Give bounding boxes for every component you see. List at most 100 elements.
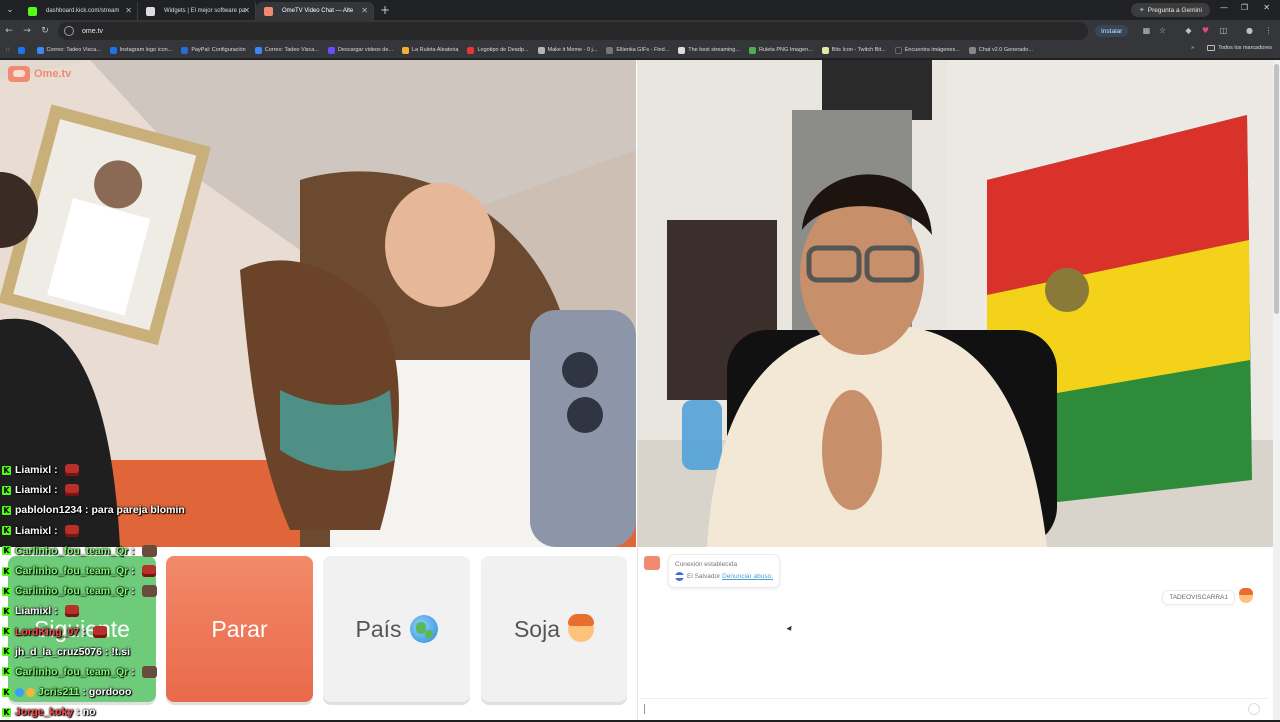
stream-chat-line: Kjh_d_la_cruz5076 : !t.si xyxy=(2,642,202,662)
own-avatar-icon xyxy=(1239,588,1253,603)
paypal-icon xyxy=(181,46,189,54)
chat-username: Jcris211 xyxy=(38,686,80,699)
chat-separator: : xyxy=(73,706,83,719)
back-icon[interactable]: ← xyxy=(0,26,18,36)
kick-badge-icon: K xyxy=(2,667,11,677)
bookmark-label: Make it Meme - 0 j... xyxy=(547,47,598,53)
bookmark-item[interactable]: Descargar videos de... xyxy=(327,46,393,54)
page-scrollbar[interactable] xyxy=(1273,60,1280,720)
bookmark-label: Descargar videos de... xyxy=(337,47,393,53)
ometv-logo[interactable]: Ome.tv xyxy=(8,66,71,82)
profile-avatar-icon[interactable]: ● xyxy=(1245,26,1254,35)
bookmark-item[interactable]: La Ruleta Aleatoria xyxy=(401,46,458,54)
apps-grid-icon[interactable]: ∷ xyxy=(6,47,10,53)
extension-red-icon[interactable]: ♥ xyxy=(1201,26,1210,35)
el-salvador-flag-icon xyxy=(675,571,684,581)
new-tab-icon[interactable]: + xyxy=(380,3,390,17)
bookmark-label: Correo: Tadeo Visca... xyxy=(46,47,101,53)
site-info-icon[interactable] xyxy=(64,26,74,36)
chat-separator: : xyxy=(51,464,61,477)
connection-message: Conexión establecida El Salvador Denunci… xyxy=(668,554,781,588)
all-bookmarks-button[interactable]: » Todos los marcadores xyxy=(1191,45,1272,51)
chat-username: Carlinho_fou_team_Qr xyxy=(15,585,129,598)
kick-badge-icon: K xyxy=(2,526,11,536)
chat-username: LordKing_07 xyxy=(15,625,80,638)
mouse-cursor-icon xyxy=(786,625,794,633)
stream-chat-line: K Liamixl : xyxy=(2,521,202,541)
bookmark-star-icon[interactable]: ☆ xyxy=(1158,26,1167,35)
text-caret xyxy=(644,704,645,714)
menu-kebab-icon[interactable]: ⋮ xyxy=(1264,26,1273,35)
gemini-label: Pregunta a Gemini xyxy=(1147,6,1202,14)
forward-icon[interactable]: → xyxy=(18,26,36,36)
address-bar[interactable]: ome.tv xyxy=(58,22,1088,40)
chat-separator: : xyxy=(79,686,89,699)
chat-separator: : xyxy=(79,625,89,638)
report-abuse-link[interactable]: Denunciar abuso. xyxy=(722,573,773,580)
restore-icon[interactable]: ❐ xyxy=(1241,3,1248,12)
bookmark-label: Ruleta PNG Imagen... xyxy=(758,47,813,53)
bookmark-item[interactable]: Instagram logo icon... xyxy=(109,46,172,54)
chat-username: pablolon1234 xyxy=(15,504,83,517)
facebook-bookmark[interactable] xyxy=(17,46,28,54)
bookmark-item[interactable]: Correo: Tadeo Visca... xyxy=(36,46,101,54)
chat-username: Carlinho_fou_team_Qr xyxy=(15,544,129,557)
kick-badge-icon: K xyxy=(2,687,11,697)
emote-icon xyxy=(141,665,157,678)
scrollbar-thumb[interactable] xyxy=(1274,64,1279,314)
bookmark-item[interactable]: Correo: Tadeo Visca... xyxy=(254,46,319,54)
bookmark-item[interactable]: Ruleta PNG Imagen... xyxy=(748,46,813,54)
tab-search-icon[interactable]: ⌄ xyxy=(0,0,20,20)
meme-icon xyxy=(537,46,545,54)
bookmark-item[interactable]: Bits Icon - Twitch Bit... xyxy=(821,46,886,54)
install-label: Instalar xyxy=(1101,27,1123,35)
chat-username: Liamixl xyxy=(15,464,52,477)
country-filter-button[interactable]: País xyxy=(323,556,470,702)
subscriber-badge-icon xyxy=(15,687,24,697)
extension-icon[interactable]: ◆ xyxy=(1184,26,1193,35)
tab-ometv[interactable]: OmeTV Video Chat — Alte ✕ xyxy=(256,2,374,20)
ask-gemini-button[interactable]: ✦ Pregunta a Gemini xyxy=(1130,3,1210,17)
emoji-icon[interactable] xyxy=(1248,703,1260,715)
facebook-icon xyxy=(17,46,25,54)
bookmark-item[interactable]: Logotipo de Deadp... xyxy=(467,46,529,54)
stream-chat-line: K Carlinho_fou_team_Qr : xyxy=(2,581,202,601)
close-tab-icon[interactable]: ✕ xyxy=(243,6,250,15)
emote-icon xyxy=(64,464,79,477)
bookmark-label: Ellienka GIFs - Find... xyxy=(616,47,670,53)
emote-icon xyxy=(64,524,79,537)
chat-separator: : xyxy=(51,524,61,537)
chat-message-text: no xyxy=(82,706,96,719)
bookmark-label: The best streaming... xyxy=(688,47,740,53)
ometv-page: Ome.tv Siguiente Parar País Soja Conexió… xyxy=(0,60,1280,720)
chat-message-text: gordooo xyxy=(88,686,132,699)
bookmark-item[interactable]: Ellienka GIFs - Find... xyxy=(606,46,670,54)
extensions-puzzle-icon[interactable]: ◫ xyxy=(1219,26,1228,35)
tab-title: dashboard.kick.com/stream xyxy=(46,8,120,14)
tab-kick-dashboard[interactable]: dashboard.kick.com/stream ✕ xyxy=(20,2,138,20)
reload-icon[interactable]: ↻ xyxy=(36,26,54,36)
image-icon xyxy=(109,46,117,54)
close-window-icon[interactable]: ✕ xyxy=(1263,3,1270,12)
stream-chat-line: Kpablolon1234 : para pareja blomin xyxy=(2,500,202,520)
minimize-icon[interactable]: — xyxy=(1220,3,1228,12)
more-bookmarks-icon[interactable]: » xyxy=(1191,45,1194,51)
bookmark-item[interactable]: Make it Meme - 0 j... xyxy=(537,46,598,54)
close-tab-icon[interactable]: ✕ xyxy=(125,6,132,15)
tab-widgets[interactable]: Widgets | El mejor software pa ✕ xyxy=(138,2,256,20)
bookmark-item[interactable]: The best streaming... xyxy=(678,46,740,54)
chat-separator: : xyxy=(128,544,138,557)
gender-filter-button[interactable]: Soja xyxy=(481,556,627,702)
bookmark-item[interactable]: Encuentra imágenes... xyxy=(894,46,960,54)
chat-separator: : xyxy=(51,484,61,497)
gmail-icon xyxy=(254,46,262,54)
own-chat-message: TADEOVISCARRA1 xyxy=(1162,590,1235,605)
chat-message-input[interactable] xyxy=(640,698,1268,718)
bookmark-item[interactable]: PayPal: Configuración xyxy=(181,46,246,54)
bits-icon xyxy=(821,46,829,54)
bookmark-item[interactable]: Chat v2.0 Generado... xyxy=(968,46,1033,54)
close-tab-icon[interactable]: ✕ xyxy=(361,6,368,15)
install-app-button[interactable]: Instalar xyxy=(1095,25,1129,37)
kick-badge-icon: K xyxy=(2,465,11,475)
translate-icon[interactable]: ▦ xyxy=(1142,26,1151,35)
